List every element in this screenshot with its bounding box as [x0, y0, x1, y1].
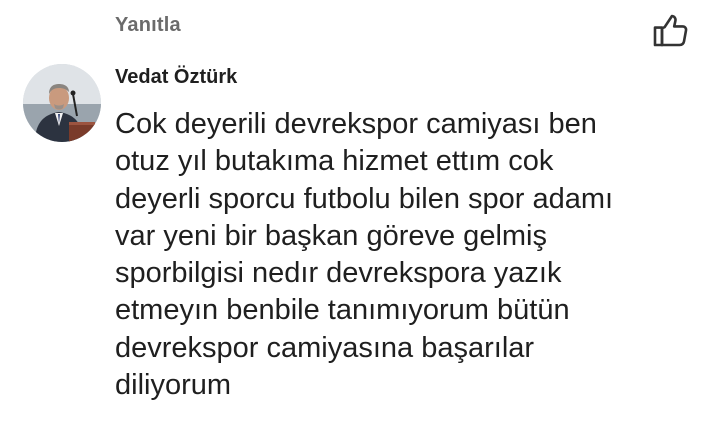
like-button[interactable] [652, 14, 688, 48]
comment-line: var yeni bir başkan göreve gelmiş [115, 219, 547, 252]
comment-line: sporbilgisi nedır devrekspora yazık [115, 257, 562, 290]
thumbs-up-icon [653, 14, 688, 47]
author-avatar[interactable] [23, 64, 101, 142]
comment-line: diliyorum [115, 369, 232, 402]
author-name[interactable]: Vedat Öztürk [115, 66, 237, 89]
user-avatar-photo-icon [23, 64, 101, 142]
comment-line: otuz yıl butakıma hizmet ettım cok [115, 145, 554, 178]
comment-line: etmeyın benbile tanımıyorum bütün [115, 294, 570, 327]
comment-line: devrekspor camiyasına başarılar [115, 331, 535, 364]
comment-text: Cok deyerili devrekspor camiyası ben otu… [115, 106, 695, 404]
comment-line: Cok deyerili devrekspor camiyası ben [115, 108, 597, 140]
reply-button[interactable]: Yanıtla [115, 14, 181, 37]
comment-line: deyerli sporcu futbolu bilen spor adamı [115, 182, 614, 215]
